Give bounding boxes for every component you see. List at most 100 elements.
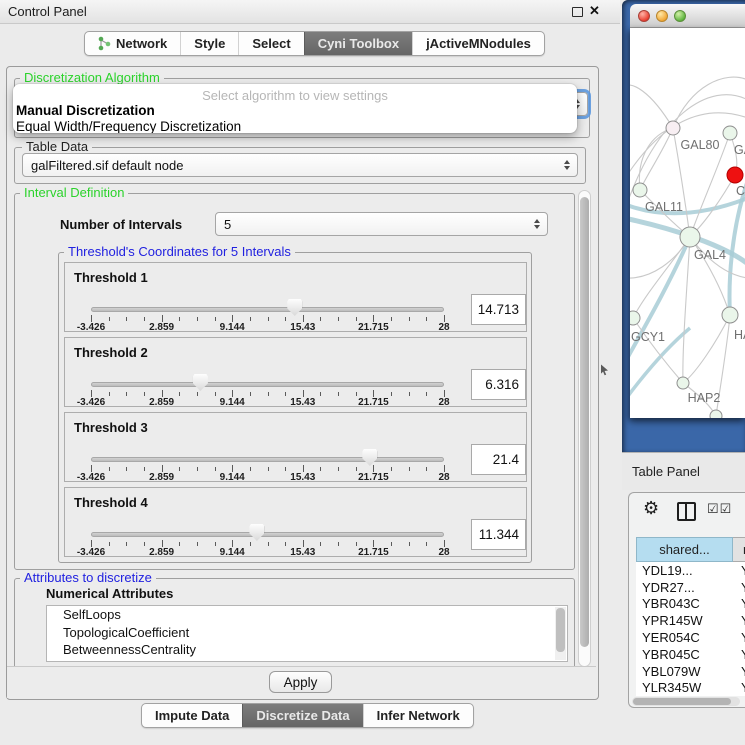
checkbox-columns-icon[interactable]: ☑☑ bbox=[707, 501, 732, 517]
list-scrollbar[interactable] bbox=[555, 607, 566, 660]
network-node[interactable] bbox=[633, 183, 647, 197]
table-row[interactable]: YLR345WYLR3... bbox=[636, 680, 745, 696]
slider-thumb[interactable] bbox=[249, 524, 264, 541]
slider-tick bbox=[285, 392, 286, 396]
table-row[interactable]: YBL079WYBL0... bbox=[636, 663, 745, 680]
table-row[interactable]: YBR043CYBR0... bbox=[636, 596, 745, 613]
slider-tick-label: 15.43 bbox=[290, 472, 315, 483]
tab-infer-network[interactable]: Infer Network bbox=[363, 704, 473, 727]
threshold-panel: Threshold 2-3.4262.8599.14415.4321.71528… bbox=[64, 337, 527, 407]
gear-icon[interactable]: ⚙ bbox=[643, 498, 659, 519]
threshold-value[interactable]: 21.4 bbox=[471, 444, 526, 475]
slider-track[interactable] bbox=[91, 532, 444, 537]
slider-tick bbox=[232, 315, 233, 322]
slider-tick-label: 28 bbox=[438, 472, 449, 483]
slider-tick bbox=[109, 467, 110, 471]
attribute-item[interactable]: TopologicalCoefficient bbox=[47, 624, 567, 642]
network-canvas[interactable]: GAL80GACGAL11GAL4GCY1HAHAP2 bbox=[630, 28, 745, 418]
tab-jactivemnodules[interactable]: jActiveMNodules bbox=[412, 32, 544, 55]
network-node[interactable] bbox=[677, 377, 689, 389]
network-edge bbox=[683, 237, 690, 383]
threshold-value[interactable]: 11.344 bbox=[471, 519, 526, 550]
column-header-shared-name[interactable]: shared... bbox=[636, 537, 733, 562]
table-row[interactable]: YER054CYER0... bbox=[636, 629, 745, 646]
slider-track[interactable] bbox=[91, 307, 444, 312]
table-row[interactable]: YDR27...YDR2... bbox=[636, 579, 745, 596]
panel-title: Control Panel bbox=[8, 4, 87, 19]
minimize-light-icon[interactable] bbox=[656, 10, 668, 22]
tab-cyni-toolbox[interactable]: Cyni Toolbox bbox=[304, 32, 412, 55]
threshold-panel: Threshold 1-3.4262.8599.14415.4321.71528… bbox=[64, 262, 527, 332]
slider-track[interactable] bbox=[91, 382, 444, 387]
cell-name: YBL0... bbox=[733, 664, 745, 679]
zoom-light-icon[interactable] bbox=[674, 10, 686, 22]
close-light-icon[interactable] bbox=[638, 10, 650, 22]
tab-style[interactable]: Style bbox=[180, 32, 238, 55]
slider-tick bbox=[285, 542, 286, 546]
network-node[interactable] bbox=[723, 126, 737, 140]
network-node-label: HAP2 bbox=[688, 391, 721, 405]
attributes-list[interactable]: SelfLoopsTopologicalCoefficientBetweenne… bbox=[46, 605, 568, 662]
slider-tick bbox=[250, 317, 251, 321]
network-node[interactable] bbox=[680, 227, 700, 247]
network-node[interactable] bbox=[722, 307, 738, 323]
slider-tick bbox=[179, 317, 180, 321]
table-data-value: galFiltered.sif default node bbox=[31, 158, 183, 173]
slider-tick bbox=[391, 317, 392, 321]
table-row[interactable]: YBR045CYBR0... bbox=[636, 646, 745, 663]
network-node[interactable] bbox=[666, 121, 680, 135]
network-node[interactable] bbox=[630, 311, 640, 325]
dropdown-option[interactable]: Equal Width/Frequency Discretization bbox=[13, 119, 577, 133]
slider-thumb[interactable] bbox=[362, 449, 377, 466]
algorithm-group-title: Discretization Algorithm bbox=[20, 71, 164, 84]
cell-shared-name: YBR045C bbox=[636, 647, 733, 662]
close-icon[interactable]: ✕ bbox=[589, 3, 600, 19]
number-of-intervals-combo[interactable]: 5 bbox=[215, 212, 548, 236]
control-panel-titlebar: Control Panel ✕ bbox=[0, 0, 620, 24]
network-node[interactable] bbox=[710, 410, 722, 418]
slider-thumb[interactable] bbox=[287, 299, 302, 316]
cell-shared-name: YDR27... bbox=[636, 580, 733, 595]
table-row[interactable]: YDL19...YDL1... bbox=[636, 562, 745, 579]
slider-tick-label: 21.715 bbox=[358, 472, 389, 483]
slider-tick bbox=[391, 542, 392, 546]
dropdown-option[interactable]: Manual Discretization bbox=[13, 103, 577, 119]
panel-vertical-scrollbar[interactable] bbox=[578, 190, 591, 667]
attribute-item[interactable]: SelfLoops bbox=[47, 606, 567, 624]
slider-track[interactable] bbox=[91, 457, 444, 462]
table-row[interactable]: YPR145WYPR1... bbox=[636, 612, 745, 629]
slider-tick bbox=[303, 315, 304, 322]
float-window-icon[interactable] bbox=[572, 7, 583, 17]
threshold-value[interactable]: 14.713 bbox=[471, 294, 526, 325]
split-panel-icon[interactable] bbox=[677, 502, 696, 521]
slider-tick bbox=[391, 467, 392, 471]
scrollbar-thumb[interactable] bbox=[633, 698, 731, 705]
scrollbar-thumb[interactable] bbox=[580, 197, 589, 647]
slider-tick bbox=[303, 390, 304, 397]
slider-tick bbox=[109, 317, 110, 321]
table-horizontal-scrollbar[interactable] bbox=[632, 697, 740, 706]
network-node[interactable] bbox=[727, 167, 743, 183]
slider-thumb[interactable] bbox=[193, 374, 208, 391]
slider-tick bbox=[215, 542, 216, 546]
tab-select[interactable]: Select bbox=[238, 32, 303, 55]
table-data-combo[interactable]: galFiltered.sif default node bbox=[22, 153, 578, 177]
slider-tick-label: 2.859 bbox=[149, 397, 174, 408]
threshold-label: Threshold 3 bbox=[74, 420, 148, 435]
tab-network[interactable]: Network bbox=[85, 32, 180, 55]
slider-tick bbox=[250, 467, 251, 471]
slider-tick bbox=[426, 542, 427, 546]
tab-impute-data[interactable]: Impute Data bbox=[142, 704, 242, 727]
network-node-label: GAL80 bbox=[681, 138, 720, 152]
network-edge bbox=[630, 85, 673, 128]
scrollbar-thumb[interactable] bbox=[556, 608, 565, 652]
apply-button[interactable]: Apply bbox=[269, 671, 332, 693]
network-window-titlebar bbox=[630, 4, 745, 28]
tab-discretize-data[interactable]: Discretize Data bbox=[242, 704, 362, 727]
column-header-name[interactable]: na... bbox=[733, 537, 745, 562]
threshold-value[interactable]: 6.316 bbox=[471, 369, 526, 400]
threshold-label: Threshold 2 bbox=[74, 345, 148, 360]
attribute-item[interactable]: BetweennessCentrality bbox=[47, 641, 567, 659]
combo-stepper-icon bbox=[534, 219, 540, 229]
slider-tick bbox=[162, 315, 163, 322]
